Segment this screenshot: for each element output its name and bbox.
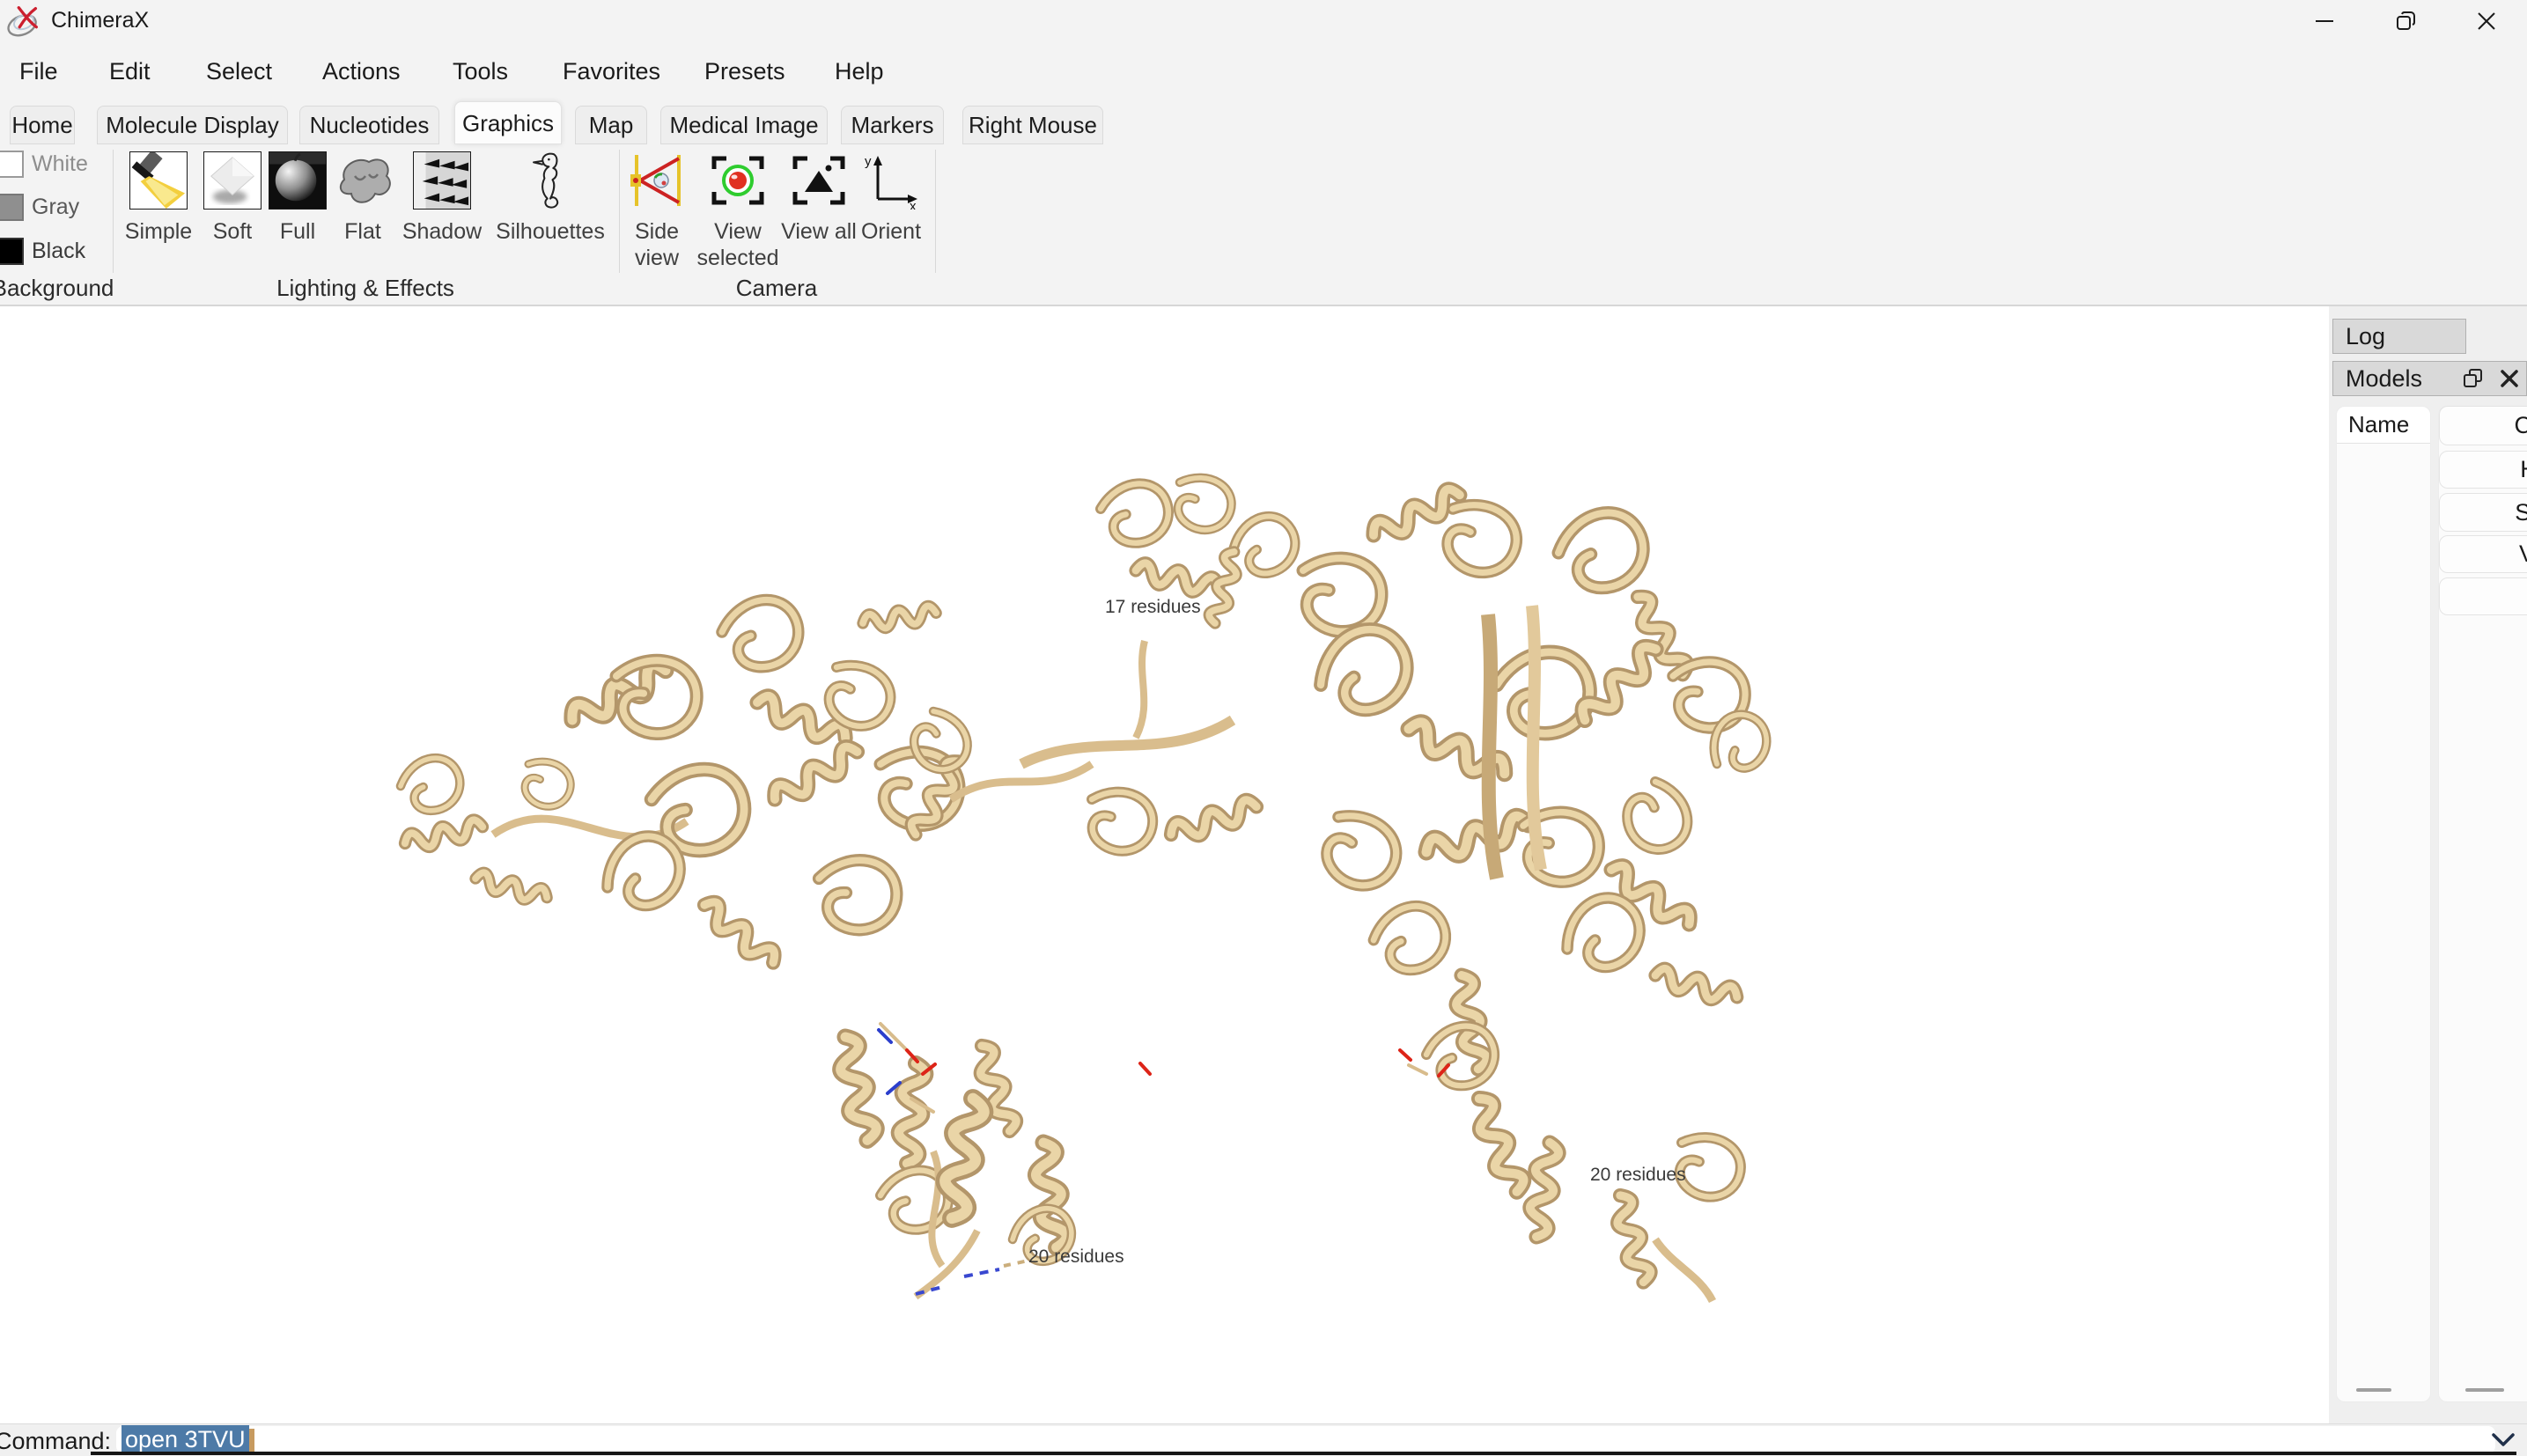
button-column-scrollbar[interactable] (2465, 1388, 2504, 1392)
app-title: ChimeraX (51, 8, 149, 33)
svg-text:y: y (865, 154, 872, 169)
models-info-button[interactable]: Info (2439, 577, 2527, 615)
tab-nucleotides[interactable]: Nucleotides (299, 106, 439, 144)
menubar: File Edit Select Actions Tools Favorites… (0, 42, 2527, 100)
minimize-button[interactable] (2284, 0, 2365, 42)
white-swatch-icon (0, 151, 24, 178)
float-panel-icon[interactable] (2463, 368, 2484, 389)
tab-map[interactable]: Map (575, 106, 647, 144)
background-section-label: Background (0, 275, 114, 302)
tab-medical-image[interactable]: Medical Image (660, 106, 828, 144)
command-caret (249, 1429, 254, 1452)
black-swatch-icon (0, 238, 24, 265)
menu-edit[interactable]: Edit (100, 42, 159, 100)
menu-help[interactable]: Help (826, 42, 893, 100)
view-all-icon (790, 151, 848, 210)
close-icon (2475, 10, 2498, 33)
background-black-option[interactable]: Black (0, 237, 85, 265)
restore-button[interactable] (2365, 0, 2446, 42)
menu-actions[interactable]: Actions (313, 42, 409, 100)
section-separator (113, 150, 114, 273)
shadow-photo-icon (413, 151, 471, 210)
residue-label-right: 20 residues (1590, 1165, 1686, 1186)
models-close-button[interactable]: Close (2439, 406, 2527, 445)
viewport-3d[interactable]: 17 residues 20 residues 20 residues (0, 306, 2329, 1423)
svg-text:x: x (910, 199, 917, 210)
name-column-scrollbar[interactable] (2356, 1388, 2391, 1392)
chimerax-logo-icon (5, 3, 42, 40)
camera-side-view-button[interactable]: Side view (617, 151, 696, 271)
chimerax-window: ChimeraX File Edit Select Actions (0, 0, 2527, 1456)
models-view-button[interactable]: View (2439, 535, 2527, 573)
command-input-underline (91, 1452, 2516, 1455)
command-selected-text: open 3TVU (122, 1425, 249, 1454)
menu-favorites[interactable]: Favorites (554, 42, 669, 100)
protein-ribbon-structure (0, 306, 2329, 1423)
command-input[interactable]: open 3TVU (116, 1426, 2495, 1453)
models-show-button[interactable]: Show (2439, 493, 2527, 532)
name-column-header: Name (2337, 407, 2430, 444)
models-name-column[interactable]: Name (2336, 406, 2431, 1402)
section-separator (935, 150, 936, 273)
menu-file[interactable]: File (11, 42, 67, 100)
background-white-option[interactable]: White (0, 150, 88, 178)
tab-markers[interactable]: Markers (841, 106, 944, 144)
background-gray-option[interactable]: Gray (0, 193, 79, 221)
toolbar-tab-row: Home Molecule Display Nucleotides Graphi… (0, 100, 2527, 144)
black-label: Black (32, 239, 85, 264)
spotlight-icon (129, 151, 188, 210)
lighting-silhouettes-button[interactable]: Silhouettes (489, 151, 612, 245)
command-bar: Command: open 3TVU (0, 1423, 2527, 1456)
seahorse-icon (521, 151, 579, 210)
view-selected-icon (709, 151, 767, 210)
restore-icon (2394, 10, 2417, 33)
lighting-shadow-button[interactable]: Shadow (389, 151, 495, 245)
missing-structure-dashes (916, 1261, 1028, 1294)
tab-molecule-display[interactable]: Molecule Display (97, 106, 288, 144)
menu-presets[interactable]: Presets (696, 42, 794, 100)
camera-section-label: Camera (645, 275, 909, 302)
models-panel-header[interactable]: Models (2332, 361, 2527, 396)
residue-label-bottom: 20 residues (1028, 1246, 1124, 1268)
window-controls (2284, 0, 2527, 42)
orient-axes-icon: y x (862, 151, 920, 210)
log-tab[interactable]: Log (2332, 319, 2466, 354)
menu-tools[interactable]: Tools (444, 42, 517, 100)
lighting-section-label: Lighting & Effects (233, 275, 497, 302)
tab-right-mouse[interactable]: Right Mouse (962, 106, 1103, 144)
menu-select[interactable]: Select (197, 42, 281, 100)
camera-orient-button[interactable]: y x Orient (847, 151, 935, 245)
gray-label: Gray (32, 195, 79, 220)
command-history-chevron-icon[interactable] (2490, 1430, 2516, 1451)
models-hide-button[interactable]: Hide (2439, 451, 2527, 489)
white-label: White (32, 151, 88, 177)
titlebar: ChimeraX (0, 0, 2527, 42)
flat-blob-icon (334, 151, 392, 210)
tab-home[interactable]: Home (10, 106, 75, 144)
gray-swatch-icon (0, 194, 24, 221)
models-panel-title: Models (2346, 365, 2422, 392)
camera-view-selected-button[interactable]: View selected (689, 151, 786, 271)
minimize-icon (2313, 10, 2336, 33)
tab-graphics[interactable]: Graphics (454, 101, 562, 144)
side-view-icon (628, 151, 686, 210)
residue-label-top: 17 residues (1105, 597, 1201, 618)
right-dock-panel: Log Models Name Close Hide Show View Inf… (2329, 306, 2527, 1423)
close-panel-icon[interactable] (2500, 369, 2519, 388)
close-button[interactable] (2446, 0, 2527, 42)
ribbon-graphics: White Gray Black Background Simple (0, 144, 2527, 305)
